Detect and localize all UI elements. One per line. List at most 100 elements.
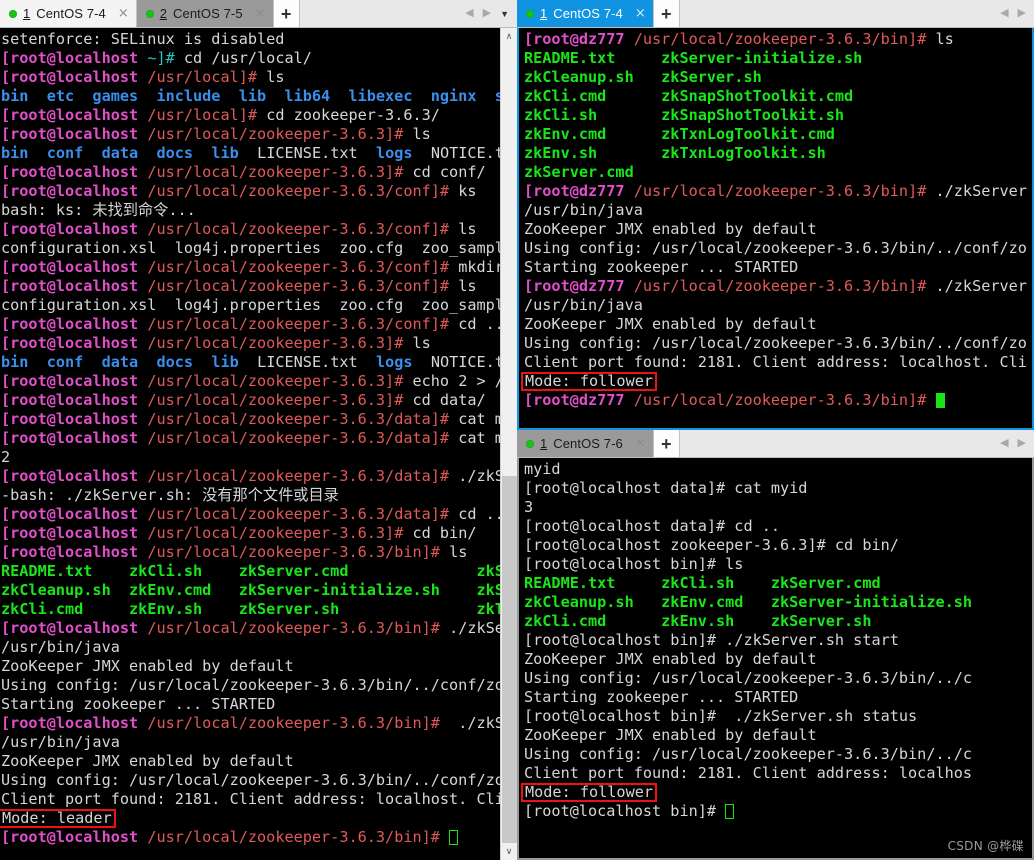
right-bottom-terminal-output[interactable]: myid [root@localhost data]# cat myid 3 [roo… — [519, 458, 1032, 858]
terminal-text: data — [101, 144, 139, 162]
terminal-text: /usr/local/zookeeper-3.6.3]# — [147, 334, 404, 352]
terminal-line: ZooKeeper JMX enabled by default — [524, 650, 1032, 669]
right-top-terminal-output[interactable]: [root@dz777 /usr/local/zookeeper-3.6.3/b… — [519, 28, 1032, 428]
terminal-text: /usr/local/zookeeper-3.6.3]# — [147, 391, 404, 409]
terminal-text: /usr/local/zookeeper-3.6.3]# — [147, 524, 404, 542]
tab-centos-7-4-left[interactable]: 1 CentOS 7-4 × — [0, 0, 137, 27]
terminal-text: cd /usr/local/ — [174, 49, 312, 67]
terminal-line: zkCleanup.sh zkEnv.cmd zkServer-initiali… — [1, 581, 500, 600]
terminal-text: zkCli.cmd zkEnv.sh zkServer.sh zkTxnL — [1, 600, 500, 618]
tab-close-icon[interactable]: × — [635, 437, 646, 450]
terminal-text: ls — [403, 125, 431, 143]
left-terminal-output[interactable]: setenforce: SELinux is disabled [root@loc… — [0, 28, 500, 860]
terminal-text: ZooKeeper JMX enabled by default — [524, 726, 817, 744]
terminal-text: ls — [926, 30, 954, 48]
tab-centos-7-5-left[interactable]: 2 CentOS 7-5 × — [136, 0, 274, 27]
tab-scroll-right-icon[interactable]: ▶ — [1018, 8, 1026, 19]
terminal-text: /usr/local/zookeeper-3.6.3/conf]# — [147, 220, 450, 238]
tab-scroll-left-icon[interactable]: ◀ — [465, 8, 473, 19]
tab-scroll-left-icon[interactable]: ◀ — [1000, 8, 1008, 19]
terminal-line: [root@localhost bin]# ./zkServer.sh stat… — [524, 707, 1032, 726]
tab-close-icon[interactable]: × — [118, 7, 129, 20]
highlighted-mode-text: Mode: follower — [521, 783, 658, 802]
terminal-text: Client port found: 2181. Client address:… — [1, 790, 500, 808]
tab-scroll-right-icon[interactable]: ▶ — [483, 8, 491, 19]
terminal-text: [root@localhost bin]# ls — [524, 555, 744, 573]
terminal-line: [root@localhost /usr/local/zookeeper-3.6… — [1, 505, 500, 524]
terminal-line: [root@localhost /usr/local/zookeeper-3.6… — [1, 391, 500, 410]
terminal-text: zkServer.cmd — [524, 163, 634, 181]
terminal-cursor — [935, 393, 945, 408]
terminal-text: [root@localhost — [1, 505, 139, 523]
scrollbar-track[interactable] — [501, 45, 517, 843]
terminal-line: README.txt zkServer-initialize.sh — [524, 49, 1032, 68]
terminal-text: [root@dz777 — [524, 182, 625, 200]
tab-scroll-right-icon[interactable]: ▶ — [1018, 438, 1026, 449]
tab-index: 2 — [159, 6, 168, 21]
new-tab-button[interactable]: + — [653, 0, 680, 27]
terminal-line: zkServer.cmd — [524, 163, 1032, 182]
scroll-up-icon[interactable]: ∧ — [501, 28, 517, 45]
right-top-tabbar-nav: ◀ ▶ — [1000, 0, 1034, 27]
terminal-text: conf — [46, 144, 84, 162]
tab-list-dropdown-icon[interactable]: ▼ — [500, 9, 509, 19]
terminal-text: Using config: /usr/local/zookeeper-3.6.3… — [1, 676, 500, 694]
tab-status-dot-icon — [526, 9, 534, 18]
terminal-text: [root@dz777 — [524, 391, 625, 409]
terminal-line: [root@localhost /usr/local/zookeeper-3.6… — [1, 315, 500, 334]
scroll-down-icon[interactable]: ∨ — [501, 843, 517, 860]
terminal-text: ls — [449, 277, 477, 295]
tab-close-icon[interactable]: × — [635, 7, 646, 20]
terminal-line: zkCleanup.sh zkServer.sh — [524, 68, 1032, 87]
terminal-text: ls — [257, 68, 285, 86]
terminal-line: Using config: /usr/local/zookeeper-3.6.3… — [524, 334, 1032, 353]
terminal-text: [root@localhost — [1, 619, 139, 637]
terminal-text: /usr/local/zookeeper-3.6.3/bin]# — [633, 30, 927, 48]
terminal-text: Using config: /usr/local/zookeeper-3.6.3… — [524, 745, 973, 763]
tab-scroll-left-icon[interactable]: ◀ — [1000, 438, 1008, 449]
highlighted-mode-text: Mode: leader — [0, 809, 116, 828]
new-tab-button[interactable]: + — [273, 0, 300, 27]
tab-centos-7-6-right[interactable]: 1 CentOS 7-6 × — [517, 430, 654, 457]
terminal-line: [root@localhost zookeeper-3.6.3]# cd bin… — [524, 536, 1032, 555]
left-terminal-scrollbar[interactable]: ∧ ∨ — [500, 28, 517, 860]
terminal-text: cd bin/ — [403, 524, 477, 542]
tab-label: CentOS 7-5 — [173, 6, 243, 21]
tab-centos-7-4-right[interactable]: 1 CentOS 7-4 × — [517, 0, 654, 27]
terminal-text: /usr/local/zookeeper-3.6.3/bin]# — [633, 277, 927, 295]
terminal-text: ~]# — [147, 49, 175, 67]
new-tab-button[interactable]: + — [653, 430, 680, 457]
tabbar-empty-space — [299, 0, 466, 27]
terminal-line: myid — [524, 460, 1032, 479]
terminal-text: bin — [1, 144, 29, 162]
terminal-line: ZooKeeper JMX enabled by default — [1, 752, 500, 771]
terminal-text: zkEnv.sh zkTxnLogToolkit.sh — [524, 144, 826, 162]
terminal-text: [root@localhost — [1, 49, 139, 67]
terminal-line: /usr/bin/java — [1, 733, 500, 752]
terminal-text: configuration.xsl log4j.properties zoo.c… — [1, 296, 500, 314]
terminal-line: README.txt zkCli.sh zkServer.cmd — [524, 574, 1032, 593]
terminal-line: Starting zookeeper ... STARTED — [524, 258, 1032, 277]
scrollbar-thumb[interactable] — [502, 475, 517, 843]
terminal-line: [root@localhost /usr/local/zookeeper-3.6… — [1, 619, 500, 638]
terminal-text: NOTICE.t — [412, 144, 500, 162]
terminal-line: ZooKeeper JMX enabled by default — [524, 220, 1032, 239]
terminal-text: configuration.xsl log4j.properties zoo.c… — [1, 239, 500, 257]
tab-close-icon[interactable]: × — [255, 7, 266, 20]
terminal-text: /usr/local/zookeeper-3.6.3/conf]# — [147, 258, 450, 276]
terminal-line: bin etc games include lib lib64 libexec … — [1, 87, 500, 106]
